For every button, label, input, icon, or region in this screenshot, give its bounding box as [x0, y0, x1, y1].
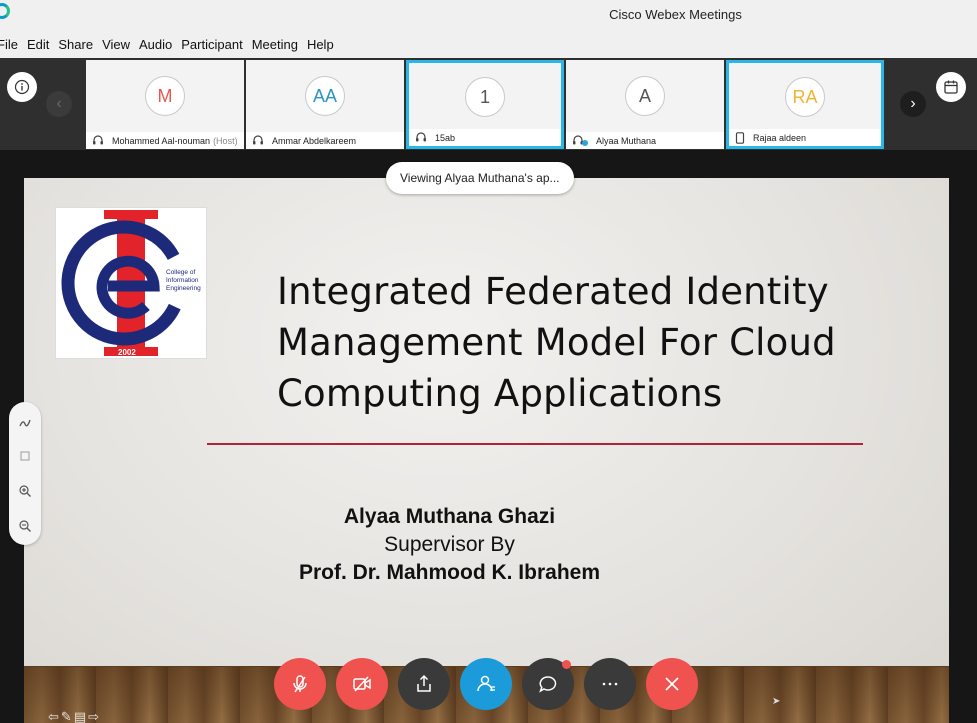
annotation-toolbar: [9, 402, 41, 545]
menu-file[interactable]: File: [0, 35, 18, 54]
mouse-cursor-icon: ➤: [772, 696, 781, 707]
title-bar: Cisco Webex Meetings: [0, 0, 977, 30]
slide-navigation: ⇦ ✎ ▤ ⇨: [48, 709, 99, 723]
headset-icon: [252, 135, 264, 146]
participant-name: Mohammed Aal-nouman: [112, 135, 211, 146]
participant-tile[interactable]: 1 15ab: [406, 60, 564, 149]
svg-text:College of: College of: [166, 269, 195, 276]
svg-text:Information: Information: [166, 277, 199, 284]
avatar: A: [625, 76, 665, 116]
participant-name-bar: Ammar Abdelkareem: [246, 132, 404, 149]
video-button[interactable]: [336, 658, 388, 710]
slide-divider: [207, 443, 863, 445]
menu-view[interactable]: View: [102, 35, 130, 54]
host-tag: (Host): [213, 135, 238, 146]
presentation-slide: College of Information Engineering 2002 …: [24, 178, 949, 723]
pen-icon[interactable]: ✎: [61, 709, 72, 723]
chat-button[interactable]: [522, 658, 574, 710]
strip-next-button[interactable]: ›: [900, 91, 926, 117]
next-slide-icon[interactable]: ⇨: [88, 709, 99, 723]
close-icon: [665, 677, 679, 691]
participant-name: Ammar Abdelkareem: [272, 135, 357, 146]
participant-tile[interactable]: AA Ammar Abdelkareem: [246, 60, 404, 149]
slide-title: Integrated Federated Identity Management…: [277, 266, 877, 419]
slide-author: Alyaa Muthana Ghazi: [343, 505, 556, 528]
share-button[interactable]: [398, 658, 450, 710]
mute-button[interactable]: [274, 658, 326, 710]
menu-bar: File Edit Share View Audio Participant M…: [0, 30, 977, 58]
more-icon: [602, 682, 618, 686]
menu-edit[interactable]: Edit: [27, 35, 49, 54]
participant-name-bar: Alyaa Muthana: [566, 132, 724, 149]
svg-text:2002: 2002: [118, 348, 136, 357]
headset-icon: [415, 132, 427, 143]
shared-content-stage: College of Information Engineering 2002 …: [0, 150, 977, 723]
slide-supervisor: Prof. Dr. Mahmood K. Ibrahem: [298, 561, 601, 584]
participant-name-bar: Rajaa aldeen: [729, 129, 881, 146]
zoom-in-icon[interactable]: [15, 481, 35, 501]
annotate-pen-icon[interactable]: [15, 412, 35, 432]
participants-button[interactable]: [460, 658, 512, 710]
slide-title-line: Computing Applications: [277, 372, 723, 415]
phone-icon: [735, 131, 745, 144]
college-logo: College of Information Engineering 2002: [55, 207, 207, 359]
slide-menu-icon[interactable]: ▤: [74, 709, 86, 723]
window-title: Cisco Webex Meetings: [609, 7, 742, 22]
headset-share-icon: [572, 135, 588, 146]
leave-meeting-button[interactable]: [646, 658, 698, 710]
more-options-button[interactable]: [584, 658, 636, 710]
participant-name-bar: 15ab: [409, 129, 561, 146]
viewing-notice: Viewing Alyaa Muthana's ap...: [386, 162, 574, 194]
avatar: RA: [785, 77, 825, 117]
video-off-icon: [353, 676, 371, 692]
menu-meeting[interactable]: Meeting: [252, 35, 298, 54]
participant-name: Alyaa Muthana: [596, 135, 657, 146]
menu-share[interactable]: Share: [58, 35, 93, 54]
participant-tile[interactable]: A Alyaa Muthana: [566, 60, 724, 149]
participant-strip: ‹ M Mohammed Aal-nouman (Host) AA Ammar …: [0, 58, 977, 150]
participants-icon: [477, 675, 495, 692]
avatar: M: [145, 76, 185, 116]
participant-tile[interactable]: M Mohammed Aal-nouman (Host): [86, 60, 244, 149]
meeting-calendar-button[interactable]: [936, 72, 966, 102]
chevron-left-icon: ‹: [56, 95, 62, 112]
slide-supervisor-label: Supervisor By: [384, 533, 515, 556]
participant-name-bar: Mohammed Aal-nouman (Host): [86, 132, 244, 149]
menu-help[interactable]: Help: [307, 35, 334, 54]
prev-slide-icon[interactable]: ⇦: [48, 709, 59, 723]
menu-participant[interactable]: Participant: [181, 35, 242, 54]
headset-icon: [92, 135, 104, 146]
slide-title-line: Integrated Federated Identity: [277, 270, 829, 313]
menu-audio[interactable]: Audio: [139, 35, 172, 54]
info-icon: [14, 79, 30, 95]
strip-prev-button[interactable]: ‹: [46, 91, 72, 117]
zoom-out-icon[interactable]: [15, 516, 35, 536]
chevron-right-icon: ›: [910, 95, 916, 112]
avatar: AA: [305, 76, 345, 116]
avatar: 1: [465, 77, 505, 117]
participant-name: 15ab: [435, 132, 456, 143]
participant-tile[interactable]: RA Rajaa aldeen: [726, 60, 884, 149]
participant-name: Rajaa aldeen: [753, 132, 807, 143]
calendar-icon: [944, 80, 958, 94]
slide-title-line: Management Model For Cloud: [277, 321, 836, 364]
meeting-info-button[interactable]: [7, 72, 37, 102]
webex-window: Cisco Webex Meetings File Edit Share Vie…: [0, 0, 977, 723]
chat-notification-badge: [562, 660, 571, 669]
eraser-icon[interactable]: [15, 446, 35, 466]
share-icon: [417, 674, 431, 692]
chat-icon: [539, 676, 557, 693]
svg-text:Engineering: Engineering: [166, 285, 201, 292]
microphone-muted-icon: [293, 675, 307, 693]
